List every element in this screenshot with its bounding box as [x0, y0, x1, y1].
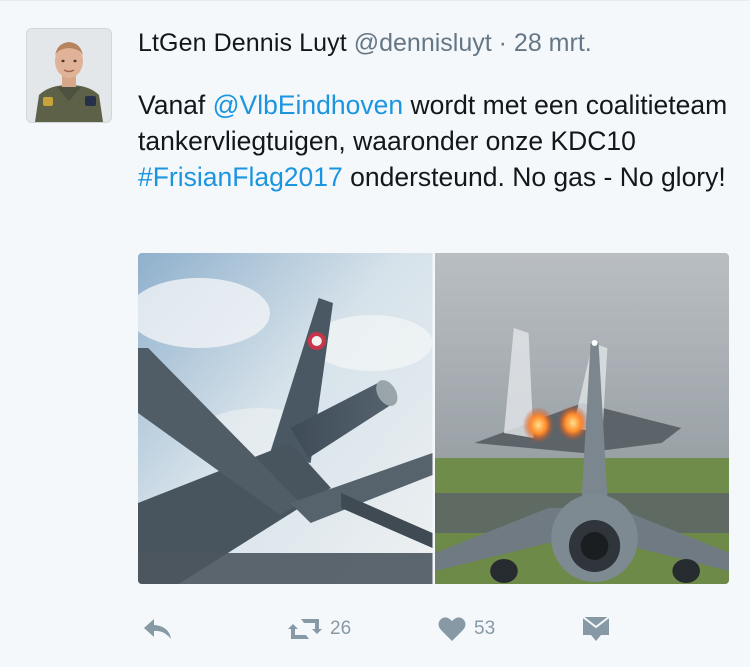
fighter-jet-photo-image: [434, 253, 729, 584]
tweet-text-part: Vanaf: [138, 90, 213, 120]
like-count: 53: [474, 618, 496, 639]
hashtag-link[interactable]: #FrisianFlag2017: [138, 162, 343, 192]
retweet-icon: [288, 619, 322, 639]
tweet-text: Vanaf @VlbEindhoven wordt met een coalit…: [138, 87, 738, 195]
mention-link[interactable]: @VlbEindhoven: [213, 90, 403, 120]
tanker-photo-image: [138, 253, 433, 584]
author-handle[interactable]: @dennisluyt: [354, 29, 492, 57]
tweet-actions: 26 53: [142, 611, 742, 647]
like-button[interactable]: 53: [437, 611, 495, 647]
reply-icon: [144, 619, 171, 639]
tweet-card[interactable]: LtGen Dennis Luyt @dennisluyt · 28 mrt. …: [0, 0, 750, 667]
reply-button[interactable]: [142, 611, 174, 647]
avatar-image: [27, 29, 111, 122]
author-name[interactable]: LtGen Dennis Luyt: [138, 29, 347, 57]
media-photo-tanker[interactable]: [138, 253, 433, 584]
media-photo-fighter-jet[interactable]: [434, 253, 729, 584]
author-avatar[interactable]: [26, 28, 112, 123]
header-separator: ·: [498, 29, 507, 57]
tweet-header: LtGen Dennis Luyt @dennisluyt · 28 mrt.: [138, 28, 592, 58]
tweet-media: [138, 253, 729, 584]
heart-icon: [438, 617, 466, 641]
retweet-count: 26: [330, 618, 352, 639]
tweet-timestamp[interactable]: 28 mrt.: [514, 29, 592, 57]
direct-message-icon: [582, 616, 610, 641]
retweet-button[interactable]: 26: [287, 611, 351, 647]
tweet-text-part: ondersteund. No gas - No glory!: [342, 162, 726, 192]
direct-message-button[interactable]: [581, 611, 611, 647]
